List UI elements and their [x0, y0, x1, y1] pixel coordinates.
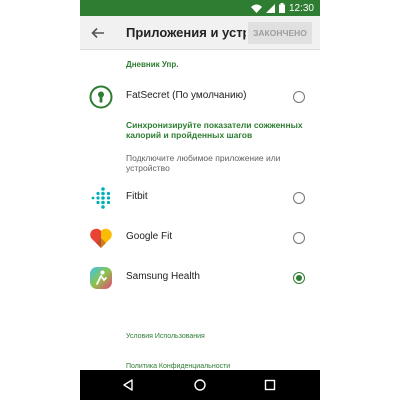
radio-fitbit[interactable] [293, 192, 305, 204]
option-google-fit[interactable]: Google Fit [80, 223, 320, 253]
nav-recents-button[interactable] [260, 375, 280, 395]
arrow-back-icon [91, 27, 104, 39]
nav-back-button[interactable] [118, 375, 138, 395]
recents-square-icon [264, 379, 276, 391]
back-button[interactable] [88, 23, 108, 43]
back-triangle-icon [123, 379, 133, 391]
sync-section-title: Синхронизируйте показатели сожженных кал… [126, 120, 303, 140]
sync-section-description: Подключите любимое приложение или устрой… [126, 153, 281, 173]
option-samsung-health[interactable]: Samsung Health [80, 263, 320, 293]
privacy-link[interactable]: Политика Конфиденциальности [126, 363, 230, 370]
option-label: Google Fit [126, 231, 173, 242]
google-fit-icon [88, 226, 114, 250]
page-title: Приложения и устройства [126, 25, 246, 40]
radio-samsung-health[interactable] [293, 272, 305, 284]
fatsecret-keyhole-icon [88, 85, 114, 109]
status-time: 12:30 [288, 2, 314, 14]
battery-icon [278, 3, 285, 13]
system-nav-bar [80, 370, 320, 400]
nav-home-button[interactable] [190, 375, 210, 395]
fitbit-icon [88, 186, 114, 210]
app-bar: Приложения и устройства ЗАКОНЧЕНО [80, 16, 320, 50]
terms-link[interactable]: Условия Использования [126, 333, 205, 340]
radio-fatsecret[interactable] [293, 91, 305, 103]
option-fatsecret[interactable]: FatSecret (По умолчанию) [80, 82, 320, 112]
signal-icon [265, 3, 275, 13]
samsung-health-icon [88, 266, 114, 290]
option-label: FatSecret (По умолчанию) [126, 90, 247, 101]
option-label: Fitbit [126, 191, 148, 202]
content-area: Дневник Упр. FatSecret (По умолчанию) Си… [80, 50, 320, 370]
home-circle-icon [194, 379, 206, 391]
option-fitbit[interactable]: Fitbit [80, 183, 320, 213]
radio-google-fit[interactable] [293, 232, 305, 244]
diary-section-label: Дневник Упр. [126, 60, 179, 69]
done-button[interactable]: ЗАКОНЧЕНО [248, 22, 312, 44]
option-label: Samsung Health [126, 271, 200, 282]
phone-screen: 12:30 Приложения и устройства ЗАКОНЧЕНО … [80, 0, 320, 400]
wifi-icon [250, 4, 262, 13]
status-bar: 12:30 [80, 0, 320, 16]
